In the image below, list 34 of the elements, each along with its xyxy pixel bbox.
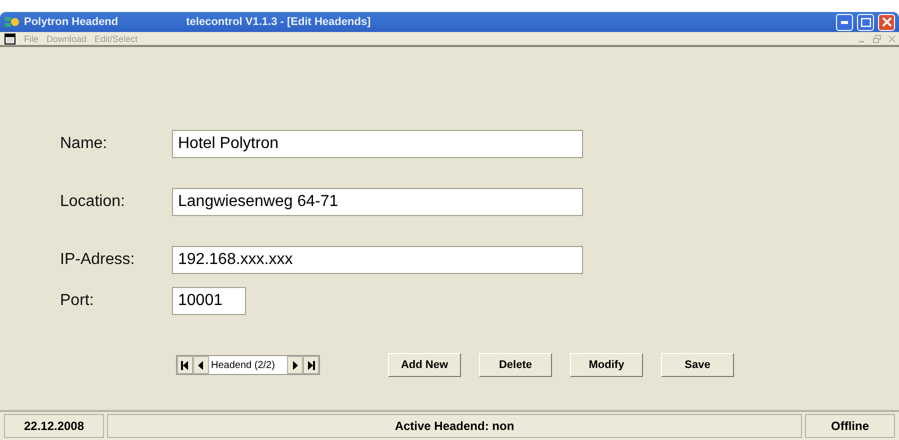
last-button[interactable] [303, 356, 319, 374]
input-field[interactable]: 10001 [172, 287, 246, 315]
input-field[interactable]: Hotel Polytron [172, 130, 583, 158]
field-label: IP-Adress: [60, 251, 136, 269]
close-button[interactable] [878, 14, 895, 30]
first-icon [181, 360, 189, 370]
app-name: Polytron Headend [24, 16, 118, 28]
status-message: Active Headend: non [107, 414, 802, 438]
status-date: 22.12.2008 [4, 414, 104, 438]
document-icon [4, 32, 16, 44]
field-label: Name: [60, 135, 108, 153]
minimize-button[interactable] [836, 14, 853, 30]
action-button[interactable]: Add New [388, 353, 461, 377]
action-button[interactable]: Delete [479, 353, 552, 377]
record-caption: Headend (2/2) [209, 356, 287, 374]
input-field[interactable]: Langwiesenweg 64-71 [172, 188, 583, 216]
action-button[interactable]: Modify [570, 353, 643, 377]
first-button[interactable] [177, 356, 193, 374]
previous-icon [197, 360, 205, 370]
maximize-button[interactable] [857, 14, 874, 30]
maximize-icon [860, 18, 870, 26]
app-icon [4, 15, 20, 29]
minimize-icon [841, 20, 848, 24]
next-icon [291, 360, 299, 370]
previous-button[interactable] [193, 356, 209, 374]
last-icon [307, 360, 315, 370]
field-label: Location: [60, 193, 126, 211]
input-field[interactable]: 192.168.xxx.xxx [172, 246, 583, 274]
action-button[interactable]: Save [661, 353, 734, 377]
close-icon [882, 17, 892, 27]
field-label: Port: [60, 292, 95, 310]
next-button[interactable] [287, 356, 303, 374]
connection-status: Offline [805, 414, 895, 438]
window-title: telecontrol V1.1.3 - [Edit Headends] [186, 16, 371, 28]
